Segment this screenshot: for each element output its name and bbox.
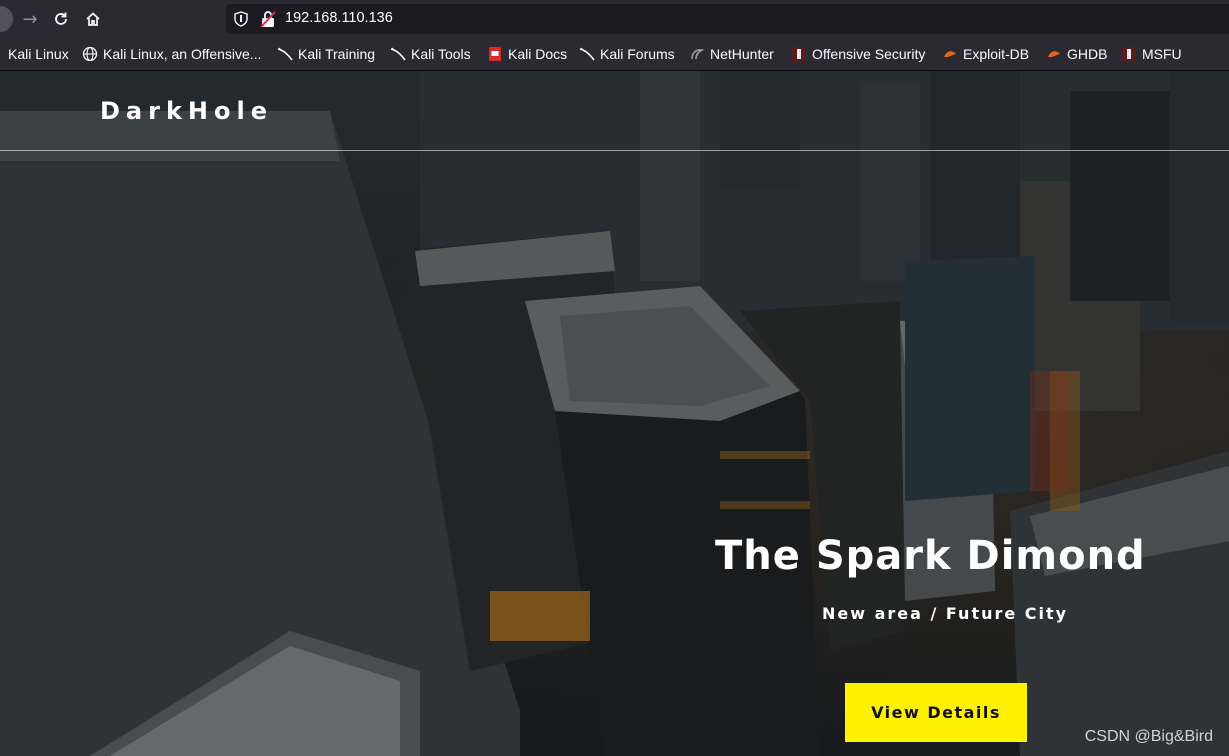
home-button[interactable]	[79, 5, 107, 33]
bookmark-ghdb[interactable]: GHDB	[1046, 45, 1107, 63]
watermark: CSDN @Big&Bird	[1084, 728, 1213, 745]
bookmark-kali-linux[interactable]: Kali Linux	[8, 45, 69, 63]
shield-icon[interactable]	[234, 11, 248, 27]
hero-title: The Spark Dimond	[715, 533, 1146, 579]
forward-button[interactable]: →	[16, 5, 44, 33]
url-text[interactable]: 192.168.110.136	[285, 10, 393, 26]
kali-docs-icon	[487, 46, 503, 62]
back-button[interactable]	[0, 5, 14, 33]
kali-dragon-icon	[277, 46, 293, 62]
forward-arrow-icon: →	[22, 8, 38, 30]
url-bar[interactable]: 192.168.110.136	[226, 4, 1229, 34]
bookmark-exploit-db[interactable]: Exploit-DB	[942, 45, 1029, 63]
bookmark-label: Offensive Security	[812, 46, 926, 62]
bookmark-label: GHDB	[1067, 46, 1108, 62]
browser-toolbar: → 192.168.110.136	[0, 0, 1229, 38]
header-divider	[0, 150, 1229, 151]
kali-dragon-icon	[579, 46, 595, 62]
image-overlay	[0, 71, 1229, 756]
bookmark-kali-forums[interactable]: Kali Forums	[579, 45, 675, 63]
bookmark-label: Kali Docs	[508, 46, 568, 62]
globe-icon	[82, 46, 98, 62]
reload-button[interactable]	[47, 5, 75, 33]
view-details-button[interactable]: View Details	[845, 683, 1027, 742]
bookmark-label: Kali Forums	[600, 46, 675, 62]
insecure-lock-icon[interactable]	[260, 10, 276, 28]
offsec-icon	[1121, 46, 1137, 62]
home-icon	[86, 12, 100, 26]
bookmark-kali-tools[interactable]: Kali Tools	[390, 45, 471, 63]
bookmark-msfu[interactable]: MSFU	[1121, 45, 1182, 63]
bookmark-label: Kali Linux, an Offensive...	[103, 46, 262, 62]
hero-subtitle: New area / Future City	[822, 604, 1069, 623]
bookmark-label: MSFU	[1142, 46, 1182, 62]
page-viewport: DarkHole The Spark Dimond New area / Fut…	[0, 71, 1229, 756]
bookmarks-toolbar: Kali Linux Kali Linux, an Offensive... K…	[0, 38, 1229, 71]
reload-icon	[55, 12, 67, 25]
bookmark-label: Kali Tools	[411, 46, 471, 62]
kali-dragon-icon	[390, 46, 406, 62]
exploit-db-icon	[1046, 46, 1062, 62]
bookmark-label: NetHunter	[710, 46, 774, 62]
bookmark-offensive-security[interactable]: Offensive Security	[791, 45, 925, 63]
bookmark-label: Kali Training	[298, 46, 376, 62]
bookmark-kali-docs[interactable]: Kali Docs	[487, 45, 567, 63]
bookmark-label: Exploit-DB	[963, 46, 1030, 62]
bookmark-kali-offensive[interactable]: Kali Linux, an Offensive...	[82, 45, 262, 63]
nethunter-icon	[689, 46, 705, 62]
bookmark-label: Kali Linux	[8, 46, 69, 62]
exploit-db-icon	[942, 46, 958, 62]
offsec-icon	[791, 46, 807, 62]
bookmark-kali-training[interactable]: Kali Training	[277, 45, 375, 63]
bookmark-nethunter[interactable]: NetHunter	[689, 45, 774, 63]
site-logo[interactable]: DarkHole	[100, 97, 273, 125]
back-arrow-icon	[0, 6, 13, 32]
